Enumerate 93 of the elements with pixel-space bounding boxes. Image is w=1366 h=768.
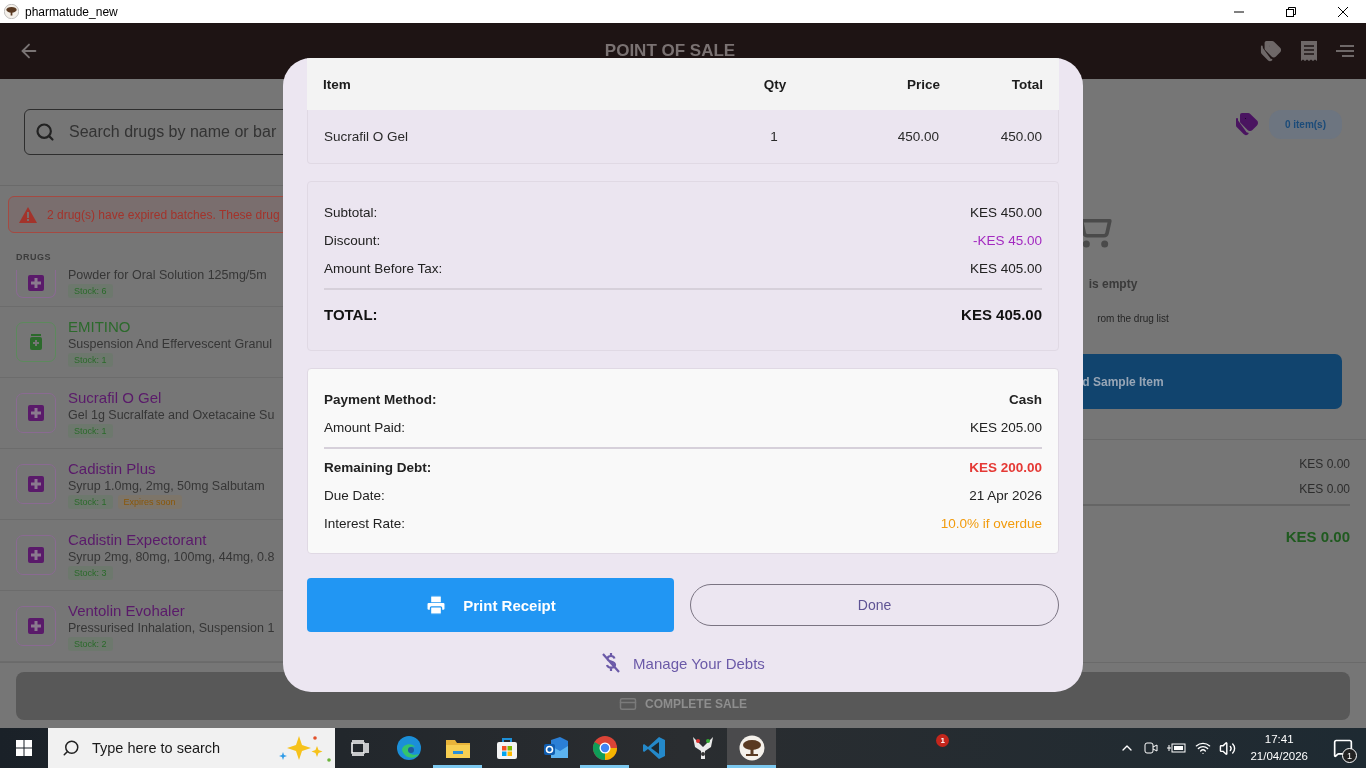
summary-label: Discount: (324, 232, 381, 248)
search-icon (35, 122, 55, 142)
notification-badge: 1 (936, 734, 950, 747)
section-heading: DRUGS (16, 252, 52, 262)
drug-description: Syrup 2mg, 80mg, 100mg, 44mg, 0.8 (68, 549, 275, 564)
medical-cross-icon (28, 275, 44, 291)
debt-value: 10.0% if overdue (940, 515, 1042, 531)
payment-label: Payment Method: (324, 391, 437, 407)
windows-logo-icon (16, 740, 32, 756)
summary-value: -KES 45.00 (972, 232, 1042, 248)
camera-icon[interactable] (1143, 740, 1160, 756)
stock-badge: Stock: 1 (68, 494, 113, 509)
total-label: TOTAL: (324, 305, 378, 323)
stock-badge: Stock: 2 (68, 636, 113, 651)
drug-description: Suspension And Effervescent Granul (68, 336, 273, 351)
medical-cross-icon (28, 405, 44, 421)
close-icon (1338, 6, 1348, 17)
printer-icon (425, 594, 448, 616)
drug-description: Powder for Oral Solution 125mg/5m (68, 268, 267, 282)
warning-icon (19, 206, 37, 223)
card-icon (619, 695, 637, 713)
print-receipt-button[interactable]: Print Receipt (307, 578, 674, 632)
empty-cart-title: is empty (1087, 277, 1138, 291)
medical-cross-icon (28, 547, 44, 563)
tags-icon[interactable] (1260, 40, 1282, 62)
payment-value: KES 205.00 (969, 419, 1042, 435)
manage-debts-link[interactable]: Manage Your Debts (601, 652, 765, 674)
window-title: pharmatude_new (25, 4, 119, 19)
payment-label: Amount Paid: (324, 419, 406, 435)
page-title: POINT OF SALE (603, 41, 737, 61)
task-view-icon (350, 740, 369, 756)
folder-icon (444, 737, 471, 759)
stock-badge: Stock: 1 (68, 423, 113, 438)
chrome-icon (591, 735, 618, 761)
drug-description: Pressurised Inhalation, Suspension 1 (68, 620, 275, 635)
receipt-icon[interactable] (1300, 40, 1318, 62)
battery-icon[interactable] (1167, 741, 1188, 755)
debt-value: KES 200.00 (969, 459, 1042, 475)
volume-icon[interactable] (1219, 739, 1237, 757)
search-icon (62, 739, 80, 757)
mail-icon (542, 736, 569, 760)
notifications-button[interactable]: 1 (1326, 728, 1360, 768)
summary-value: KES 450.00 (969, 204, 1042, 220)
summary-label: Subtotal: (324, 204, 378, 220)
bottle-icon (29, 334, 43, 350)
app-icon (690, 735, 715, 761)
table-cell-text: 1 (769, 129, 779, 144)
drug-description: Gel 1g Sucralfate and Oxetacaine Su (68, 407, 275, 422)
debt-label: Remaining Debt: (324, 459, 432, 475)
store-bag-icon (494, 736, 519, 760)
drug-description: Syrup 1.0mg, 2mg, 50mg Salbutam (68, 478, 265, 493)
debt-label: Due Date: (324, 487, 385, 503)
summary-label: Amount Before Tax: (324, 260, 443, 276)
alert-text: 2 drug(s) have expired batches. These drug (47, 207, 280, 222)
drug-name[interactable]: Sucrafil O Gel (68, 388, 275, 406)
expiry-badge: Expires soon (117, 494, 182, 509)
drug-name[interactable]: Cadistin Expectorant (68, 530, 275, 548)
stock-badge: Stock: 3 (68, 565, 113, 580)
dollar-off-icon (601, 652, 622, 674)
drug-name[interactable]: Cadistin Plus (68, 459, 265, 477)
table-cell-text: 450.00 (999, 129, 1042, 144)
table-cell-text: 450.00 (896, 129, 939, 144)
total-value: KES 405.00 (961, 305, 1042, 323)
clock[interactable]: 17:41 21/04/2026 (1250, 731, 1308, 765)
edge-icon (395, 735, 422, 761)
tree-logo-icon (4, 4, 19, 19)
code-editor-icon (641, 736, 666, 760)
debt-label: Interest Rate: (324, 515, 406, 531)
wifi-icon[interactable] (1195, 740, 1212, 756)
stock-badge: Stock: 6 (68, 284, 113, 298)
taskbar-app[interactable] (727, 728, 776, 768)
column-header: Item (323, 76, 352, 92)
total-value: KES 0.00 (1299, 481, 1350, 498)
drug-name[interactable]: Ventolin Evohaler (68, 601, 275, 619)
column-header: Total (1010, 76, 1043, 92)
medical-cross-icon (28, 476, 44, 492)
tags-icon (1234, 112, 1259, 136)
message-icon (1333, 738, 1353, 758)
stock-badge: Stock: 1 (68, 352, 113, 367)
column-header: Price (905, 76, 940, 92)
restore-icon (1286, 6, 1296, 17)
payment-value: Cash (1009, 391, 1042, 407)
medical-cross-icon (28, 618, 44, 634)
grand-total: KES 0.00 (1285, 528, 1350, 545)
taskbar-search-field[interactable]: Type here to search (48, 728, 335, 768)
tree-logo-icon (738, 735, 765, 761)
menu-icon[interactable] (1336, 44, 1354, 58)
column-header: Qty (762, 76, 788, 92)
total-value: KES 0.00 (1299, 456, 1350, 473)
item-count-badge: 0 item(s) (1268, 109, 1342, 139)
debt-value: 21 Apr 2026 (969, 487, 1042, 503)
table-cell-text: Sucrafil O Gel (324, 129, 410, 144)
summary-value: KES 405.00 (969, 260, 1042, 276)
